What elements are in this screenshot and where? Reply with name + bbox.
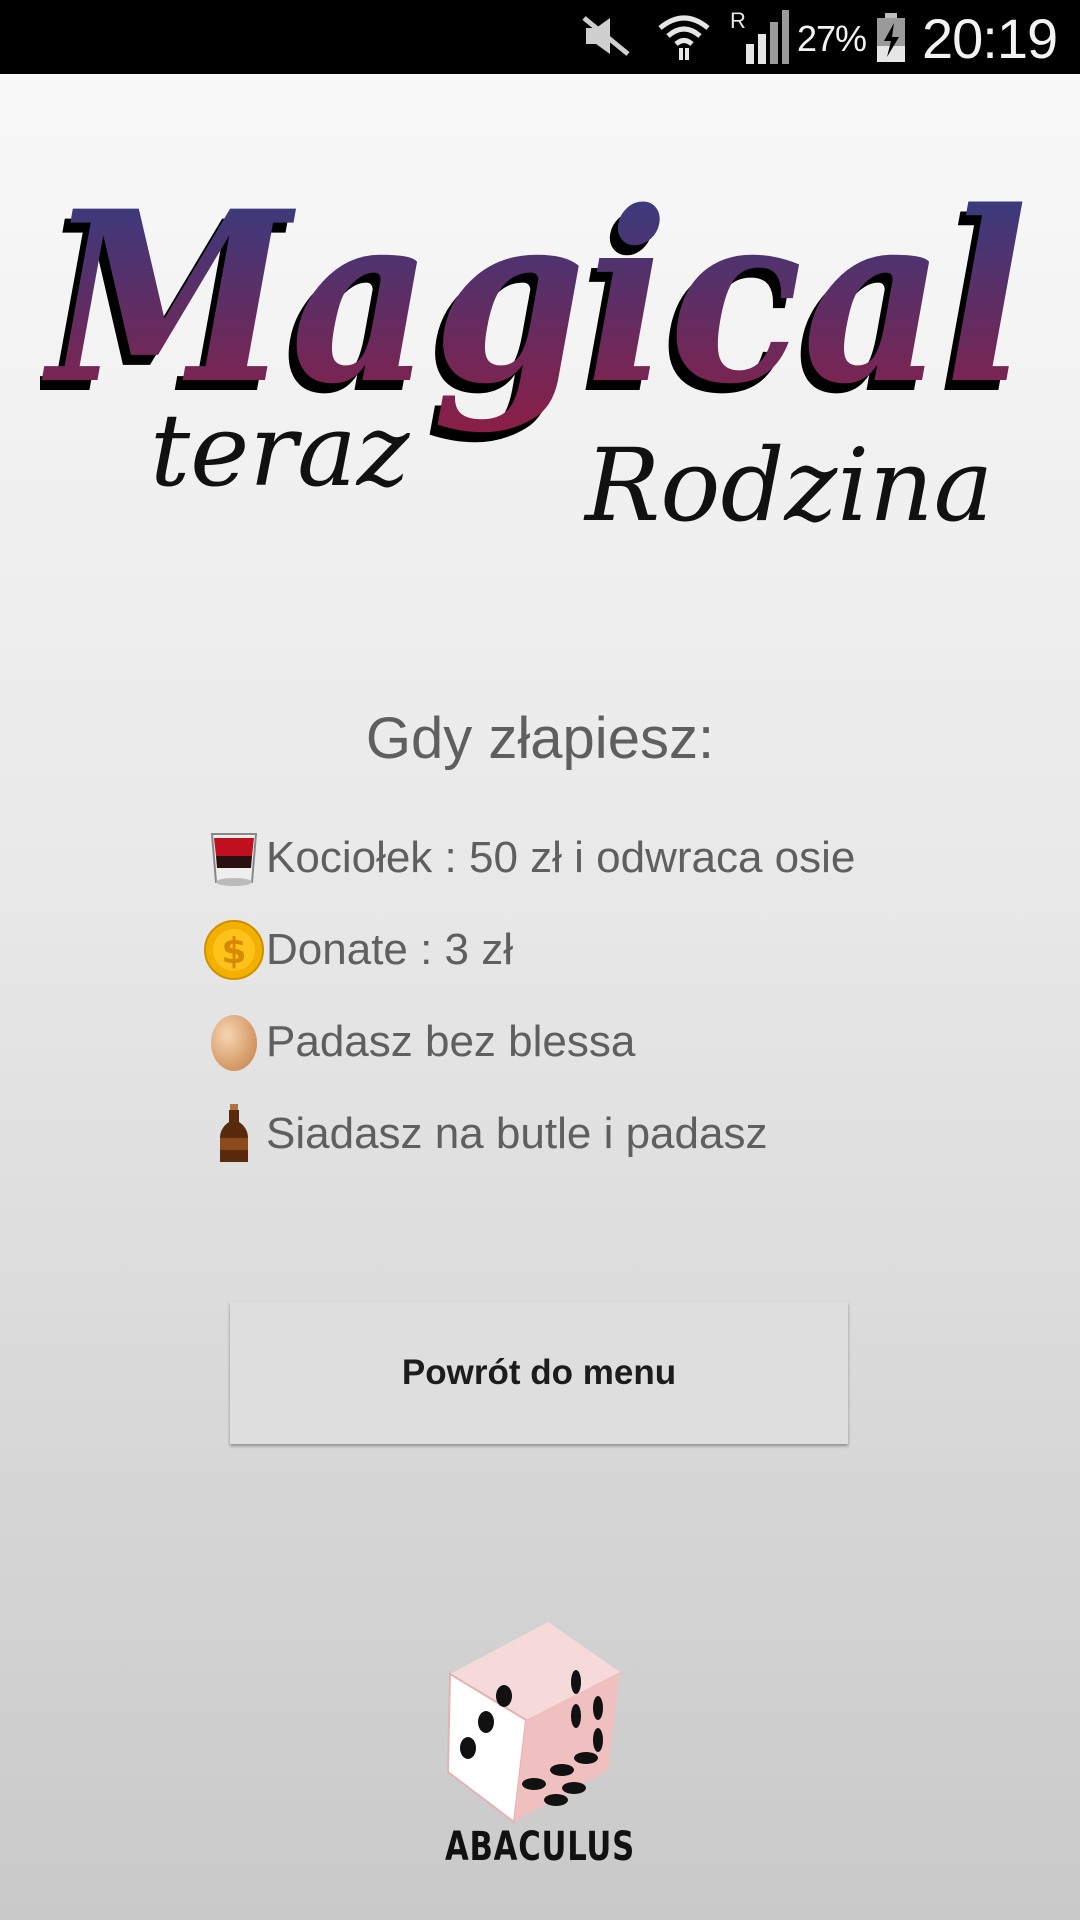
list-item: Siadasz na butle i padasz <box>204 1088 1064 1180</box>
battery-percent: 27% <box>797 18 867 59</box>
rule-text: Siadasz na butle i padasz <box>266 1109 768 1158</box>
dice-icon <box>446 1622 620 1824</box>
clock: 20:19 <box>922 7 1058 70</box>
svg-text:R: R <box>730 8 746 33</box>
brand-name: ABACULUS <box>445 1824 635 1870</box>
list-item: $ Donate : 3 zł <box>204 904 1064 996</box>
bottle-icon <box>220 1104 248 1162</box>
magical-logo: Magical Magical teraz Rodzina <box>40 160 1028 544</box>
back-to-menu-button[interactable]: Powrót do menu <box>230 1302 848 1444</box>
kettle-drink-icon <box>210 833 258 886</box>
gold-coin-icon: $ <box>204 920 264 980</box>
mute-icon <box>582 16 630 56</box>
battery-charging-icon <box>877 13 905 62</box>
egg-icon <box>211 1015 257 1071</box>
svg-text:$: $ <box>221 931 246 972</box>
rule-text: Donate : 3 zł <box>266 925 514 974</box>
rule-text: Padasz bez blessa <box>266 1017 636 1066</box>
roaming-signal-icon: R <box>730 8 789 64</box>
wifi-icon <box>658 15 710 60</box>
list-item: Padasz bez blessa <box>204 996 1064 1088</box>
abaculus-logo: ABACULUS <box>445 1622 635 1870</box>
rules-list: Kociołek : 50 zł i odwraca osie $ Donate… <box>204 812 1064 1180</box>
rule-text: Kociołek : 50 zł i odwraca osie <box>266 833 856 882</box>
status-bar: R 27% 20:19 <box>0 0 1080 74</box>
list-item: Kociołek : 50 zł i odwraca osie <box>204 812 1064 904</box>
rules-heading: Gdy złapiesz: <box>365 706 715 771</box>
logo-left-word: teraz <box>150 392 411 509</box>
logo-right-word: Rodzina <box>583 427 993 544</box>
